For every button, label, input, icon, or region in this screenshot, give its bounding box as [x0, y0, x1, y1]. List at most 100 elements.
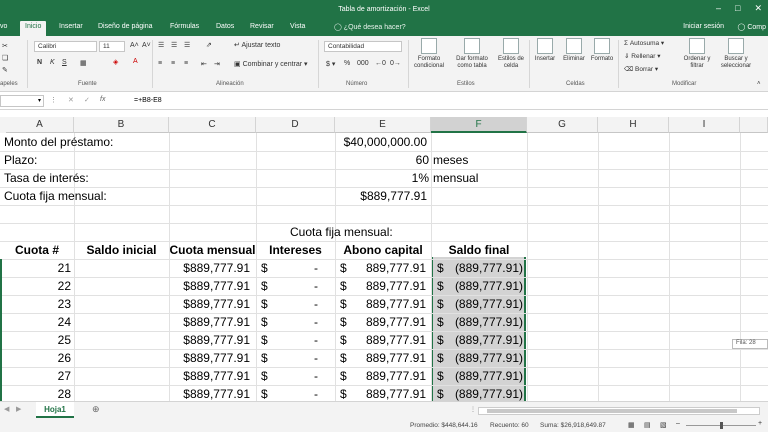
cell-saldo-value[interactable]: (889,777.91): [450, 367, 523, 385]
tab-vista[interactable]: Vista: [290, 23, 305, 30]
number-format-select[interactable]: Contabilidad: [324, 41, 402, 52]
zoom-slider-handle[interactable]: [720, 422, 723, 429]
col-header-h[interactable]: H: [598, 117, 669, 133]
cell-saldo-value[interactable]: (889,777.91): [450, 277, 523, 295]
cell-abono-value[interactable]: 889,777.91: [355, 367, 426, 385]
font-name-select[interactable]: Calibri: [34, 41, 97, 52]
col-header-b[interactable]: B: [74, 117, 169, 133]
cell-abono-value[interactable]: 889,777.91: [355, 295, 426, 313]
cell-cuota-num[interactable]: 23: [0, 295, 71, 313]
next-sheet-icon[interactable]: ▶: [16, 405, 21, 413]
italic-icon[interactable]: K: [50, 59, 55, 66]
align-middle-icon[interactable]: ☰: [171, 41, 177, 49]
cell-cuota-mensual[interactable]: $889,777.91: [169, 349, 250, 367]
grow-font-icon[interactable]: A˄: [130, 42, 139, 49]
comma-style-icon[interactable]: 000: [357, 60, 369, 67]
collapse-ribbon-icon[interactable]: ˄: [757, 81, 761, 87]
format-painter-icon[interactable]: ✎: [2, 66, 8, 74]
cell-intereses-value[interactable]: -: [290, 313, 318, 331]
cell-cuota-label[interactable]: Cuota fija mensual:: [4, 187, 164, 205]
col-header-e[interactable]: E: [335, 117, 431, 133]
cell-saldo-value[interactable]: (889,777.91): [450, 313, 523, 331]
cell-abono-symbol[interactable]: $: [340, 331, 352, 349]
col-header-g[interactable]: G: [527, 117, 598, 133]
cell-saldo-value[interactable]: (889,777.91): [450, 295, 523, 313]
sign-in-link[interactable]: Iniciar sesión: [683, 23, 724, 30]
cell-saldo-symbol[interactable]: $: [437, 295, 449, 313]
cell-intereses-value[interactable]: -: [290, 295, 318, 313]
col-header-a[interactable]: A: [6, 117, 74, 133]
cell-saldo-value[interactable]: (889,777.91): [450, 331, 523, 349]
font-color-icon[interactable]: A: [133, 58, 138, 65]
cell-intereses-value[interactable]: -: [290, 259, 318, 277]
fill-color-icon[interactable]: ◈: [113, 58, 118, 66]
tab-insertar[interactable]: Insertar: [59, 23, 83, 30]
table-header[interactable]: Cuota #: [0, 241, 74, 259]
sheet-tab-hoja1[interactable]: Hoja1: [36, 402, 74, 418]
cell-saldo-value[interactable]: (889,777.91): [450, 349, 523, 367]
align-bottom-icon[interactable]: ☰: [184, 41, 190, 49]
copy-icon[interactable]: ❏: [2, 54, 8, 62]
shrink-font-icon[interactable]: A˅: [142, 42, 151, 49]
table-header[interactable]: Abono capital: [335, 241, 431, 259]
format-table-button[interactable]: Dar formato como tabla: [451, 38, 493, 70]
cell-tasa-unit[interactable]: mensual: [433, 169, 523, 187]
cell-plazo-unit[interactable]: meses: [433, 151, 523, 169]
tab-datos[interactable]: Datos: [216, 23, 234, 30]
add-sheet-icon[interactable]: ⊕: [92, 404, 100, 415]
col-header-c[interactable]: C: [169, 117, 256, 133]
borders-icon[interactable]: ▦: [80, 59, 87, 67]
cell-intereses-symbol[interactable]: $: [261, 367, 273, 385]
tab-inicio[interactable]: Inicio: [20, 21, 47, 36]
cut-icon[interactable]: ✂: [2, 42, 8, 50]
cell-intereses-value[interactable]: -: [290, 367, 318, 385]
cell-plazo-label[interactable]: Plazo:: [4, 151, 104, 169]
cell-saldo-symbol[interactable]: $: [437, 385, 449, 401]
insert-cells-button[interactable]: Insertar: [531, 38, 559, 63]
cell-styles-button[interactable]: Estilos de celda: [494, 38, 528, 70]
decrease-indent-icon[interactable]: ⇤: [201, 60, 207, 68]
conditional-format-button[interactable]: Formato condicional: [409, 38, 449, 70]
table-header[interactable]: Saldo inicial: [74, 241, 169, 259]
horizontal-scrollbar[interactable]: [478, 407, 760, 415]
zoom-slider[interactable]: [686, 422, 756, 429]
increase-decimal-icon[interactable]: ←0: [375, 60, 386, 67]
prev-sheet-icon[interactable]: ◀: [4, 405, 9, 413]
cell-abono-value[interactable]: 889,777.91: [355, 277, 426, 295]
cell-intereses-symbol[interactable]: $: [261, 259, 273, 277]
cell-intereses-symbol[interactable]: $: [261, 385, 273, 401]
table-header[interactable]: Cuota mensual: [169, 241, 256, 259]
cell-saldo-value[interactable]: (889,777.91): [450, 385, 523, 401]
cell-saldo-symbol[interactable]: $: [437, 349, 449, 367]
percent-icon[interactable]: %: [344, 60, 350, 67]
cell-abono-value[interactable]: 889,777.91: [355, 349, 426, 367]
cell-cuota-mensual[interactable]: $889,777.91: [169, 259, 250, 277]
col-header-i[interactable]: I: [669, 117, 740, 133]
restore-icon[interactable]: □: [735, 3, 740, 14]
format-cells-button[interactable]: Formato: [588, 38, 616, 63]
cell-abono-value[interactable]: 889,777.91: [355, 331, 426, 349]
cell-monto-value[interactable]: $40,000,000.00: [335, 133, 427, 151]
increase-indent-icon[interactable]: ⇥: [214, 60, 220, 68]
cell-saldo-symbol[interactable]: $: [437, 313, 449, 331]
decrease-decimal-icon[interactable]: 0→: [390, 60, 401, 67]
table-header[interactable]: Saldo final: [431, 241, 527, 259]
col-header-j[interactable]: [740, 117, 768, 133]
align-center-icon[interactable]: ≡: [171, 60, 175, 67]
cell-saldo-symbol[interactable]: $: [437, 367, 449, 385]
cell-tasa-value[interactable]: 1%: [335, 169, 429, 187]
fx-icon[interactable]: fx: [100, 96, 105, 103]
cell-cuota-num[interactable]: 24: [0, 313, 71, 331]
autosum-button[interactable]: Σ Autosuma ▾: [624, 39, 664, 47]
formula-input[interactable]: =+B8-E8: [134, 97, 162, 104]
orientation-icon[interactable]: ⇗: [206, 41, 212, 49]
cell-saldo-symbol[interactable]: $: [437, 259, 449, 277]
font-size-select[interactable]: 11: [99, 41, 125, 52]
cell-abono-symbol[interactable]: $: [340, 259, 352, 277]
page-layout-icon[interactable]: ▤: [644, 421, 651, 429]
clear-button[interactable]: ⌫ Borrar ▾: [624, 65, 658, 73]
cell-tasa-label[interactable]: Tasa de interés:: [4, 169, 164, 187]
delete-cells-button[interactable]: Eliminar: [559, 38, 589, 63]
cell-cuota-num[interactable]: 27: [0, 367, 71, 385]
cell-abono-symbol[interactable]: $: [340, 313, 352, 331]
